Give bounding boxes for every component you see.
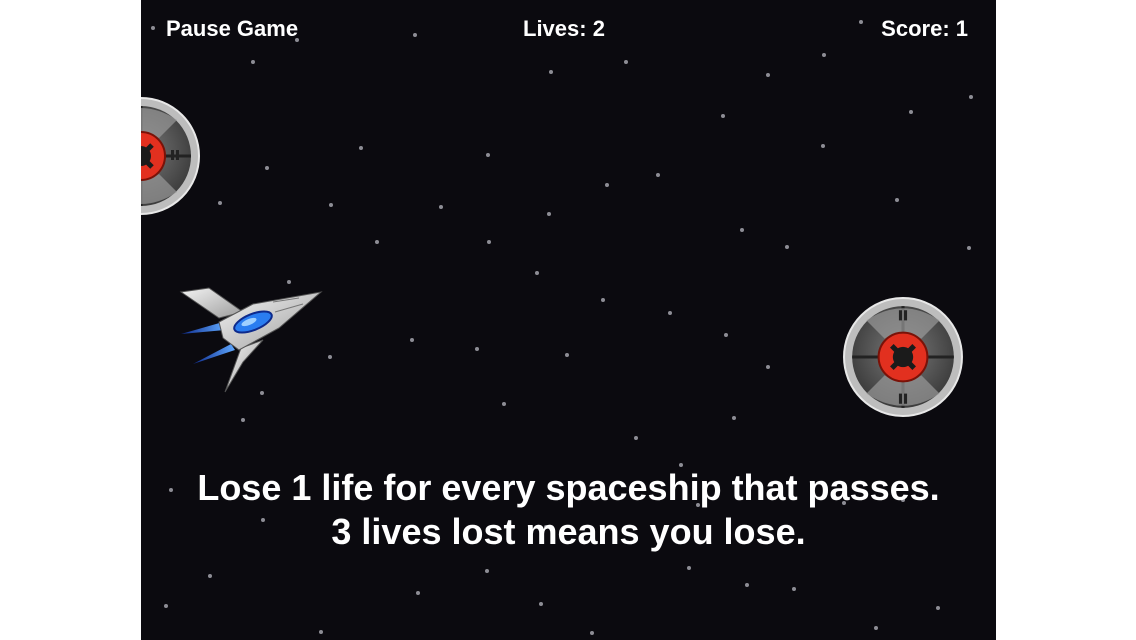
star — [475, 347, 479, 351]
star — [413, 33, 417, 37]
star — [565, 353, 569, 357]
star — [969, 95, 973, 99]
star — [535, 271, 539, 275]
star — [822, 53, 826, 57]
star — [656, 173, 660, 177]
instructions-message: Lose 1 life for every spaceship that pas… — [141, 466, 996, 554]
star — [416, 591, 420, 595]
star — [164, 604, 168, 608]
star — [721, 114, 725, 118]
pause-game-button[interactable]: Pause Game — [166, 16, 298, 42]
star — [687, 566, 691, 570]
star — [375, 240, 379, 244]
star — [766, 73, 770, 77]
star — [909, 110, 913, 114]
instructions-line-2: 3 lives lost means you lose. — [331, 511, 806, 552]
star — [745, 583, 749, 587]
star — [218, 201, 222, 205]
lives-counter: Lives: 2 — [523, 16, 605, 41]
star — [634, 436, 638, 440]
star — [485, 569, 489, 573]
star — [785, 245, 789, 249]
star — [439, 205, 443, 209]
star — [724, 333, 728, 337]
star — [766, 365, 770, 369]
star — [624, 60, 628, 64]
ufo-enemy — [141, 97, 200, 215]
star — [329, 203, 333, 207]
star — [601, 298, 605, 302]
star — [590, 631, 594, 635]
star — [821, 144, 825, 148]
star — [967, 246, 971, 250]
star — [895, 198, 899, 202]
star — [936, 606, 940, 610]
star — [359, 146, 363, 150]
score-counter: Score: 1 — [881, 16, 968, 41]
star — [319, 630, 323, 634]
star — [605, 183, 609, 187]
star — [668, 311, 672, 315]
star — [792, 587, 796, 591]
star — [859, 20, 863, 24]
star — [539, 602, 543, 606]
star — [241, 418, 245, 422]
star — [265, 166, 269, 170]
star — [251, 60, 255, 64]
star — [328, 355, 332, 359]
star — [486, 153, 490, 157]
player-spaceship[interactable] — [179, 278, 323, 396]
star — [151, 26, 155, 30]
star — [208, 574, 212, 578]
star — [547, 212, 551, 216]
game-canvas[interactable]: Pause Game Lives: 2 Score: 1 Lose 1 life… — [141, 0, 996, 640]
star — [410, 338, 414, 342]
star — [874, 626, 878, 630]
star — [740, 228, 744, 232]
star — [487, 240, 491, 244]
star — [502, 402, 506, 406]
star — [732, 416, 736, 420]
star — [549, 70, 553, 74]
instructions-line-1: Lose 1 life for every spaceship that pas… — [197, 467, 940, 508]
ufo-enemy — [843, 297, 963, 417]
